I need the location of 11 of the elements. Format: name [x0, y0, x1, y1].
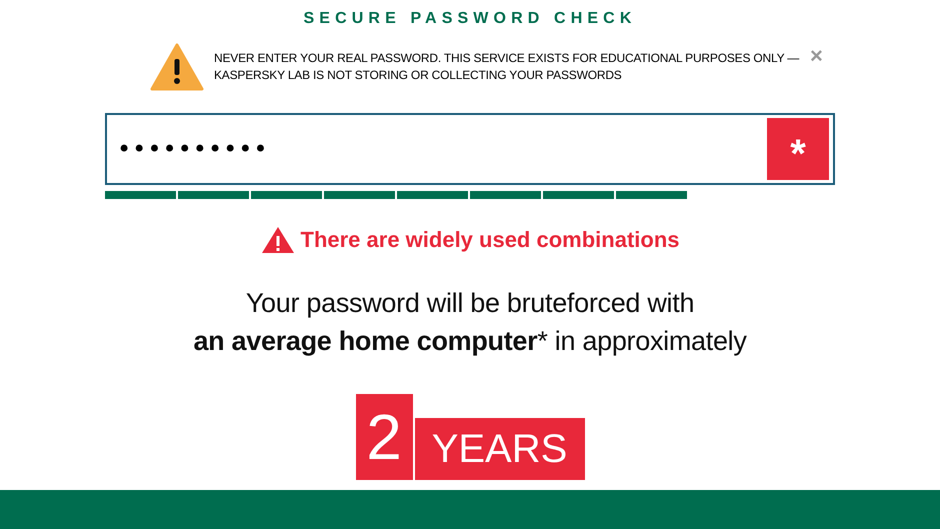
password-field[interactable]: •••••••••• * — [105, 113, 835, 185]
result-headline: Your password will be bruteforced with an average home computer* in approximately — [193, 287, 747, 358]
alert-icon — [260, 226, 294, 254]
notice-text: NEVER ENTER YOUR REAL PASSWORD. THIS SERVICE EXISTS FOR EDUCATIONAL PURPOSES ONLY — KASPERSKY LAB IS NOT STORING OR COLLECTING YOUR PASSWORDS — [214, 50, 800, 84]
page-title: SECURE PASSWORD CHECK — [303, 9, 637, 29]
result-number: 2 — [356, 394, 412, 480]
show-password-button[interactable]: * — [767, 118, 829, 180]
password-input[interactable]: •••••••••• — [117, 131, 517, 167]
warning-icon — [150, 43, 204, 91]
result-unit: YEARS — [414, 418, 584, 480]
warning-text: There are widely used combinations — [300, 226, 680, 254]
